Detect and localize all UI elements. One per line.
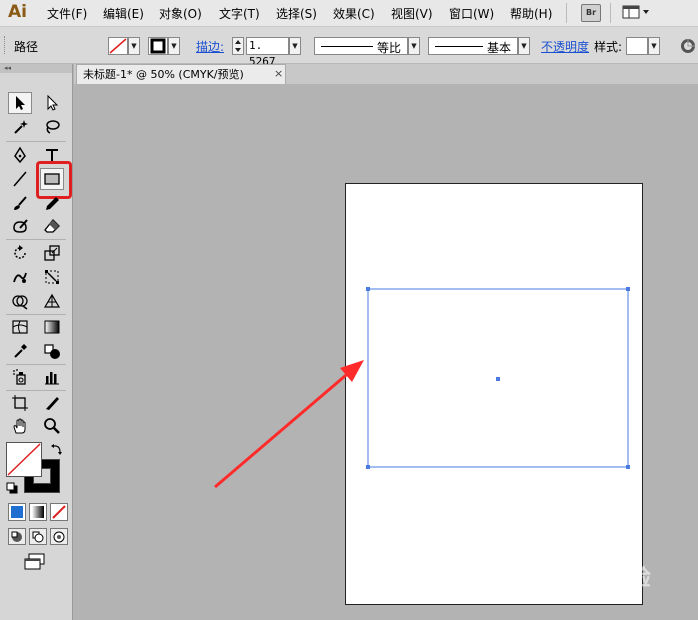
paintbrush-icon: [14, 196, 27, 210]
pen-nib-icon: [14, 146, 26, 164]
tools-panel-collapse[interactable]: ◂◂: [0, 64, 72, 73]
none-swatch-icon: [52, 505, 66, 519]
default-colors-button[interactable]: [5, 481, 19, 495]
fill-color-swatch[interactable]: [6, 442, 42, 477]
magic-wand-tool[interactable]: [8, 116, 32, 138]
pencil-icon: [46, 197, 59, 210]
hand-tool[interactable]: [8, 415, 32, 437]
draw-normal-button[interactable]: [8, 528, 26, 545]
watermark: Baidu经验 jingyan.baidu.com: [536, 545, 676, 610]
screen-mode-button[interactable]: [22, 552, 48, 572]
artboard-tool[interactable]: [8, 392, 32, 414]
scale-tool[interactable]: [40, 242, 64, 264]
swap-fill-stroke-button[interactable]: [50, 442, 64, 456]
blob-brush-tool[interactable]: [8, 215, 32, 237]
warp-icon: [13, 272, 27, 283]
mesh-icon: [12, 320, 28, 334]
blend-icon: [44, 344, 60, 359]
tool-divider: [6, 364, 66, 365]
shape-builder-icon: [12, 295, 28, 310]
center-point-handle[interactable]: [496, 377, 500, 381]
magnifier-icon: [44, 418, 60, 434]
solid-color-icon: [11, 506, 23, 518]
none-mode-button[interactable]: [50, 503, 68, 521]
rotate-tool[interactable]: [8, 242, 32, 264]
draw-behind-icon: [32, 531, 44, 543]
slice-knife-icon: [46, 397, 59, 410]
pencil-tool[interactable]: [40, 192, 64, 214]
perspective-grid-tool[interactable]: [40, 290, 64, 312]
column-graph-tool[interactable]: [40, 366, 64, 388]
gradient-icon: [44, 320, 60, 334]
selection-tool[interactable]: [8, 92, 32, 114]
eraser-icon: [44, 219, 60, 233]
direct-selection-arrow-icon: [47, 94, 59, 111]
magic-wand-icon: [14, 120, 28, 134]
gradient-tool[interactable]: [40, 316, 64, 338]
line-segment-icon: [13, 171, 27, 187]
selection-handle-bottom-right[interactable]: [626, 465, 630, 469]
blend-tool[interactable]: [40, 340, 64, 362]
pen-tool[interactable]: [8, 144, 32, 166]
canvas-overlay: [214, 287, 630, 489]
zoom-tool[interactable]: [40, 415, 64, 437]
shape-builder-tool[interactable]: [8, 290, 32, 312]
gradient-mode-button[interactable]: [29, 503, 47, 521]
annotation-arrow-shaft: [214, 368, 353, 489]
symbol-sprayer-tool[interactable]: [8, 366, 32, 388]
tool-divider: [6, 141, 66, 142]
rotate-icon: [14, 245, 26, 259]
symbol-sprayer-icon: [13, 369, 26, 385]
watermark-url: jingyan.baidu.com: [538, 589, 631, 600]
draw-normal-icon: [11, 531, 22, 542]
paintbrush-tool[interactable]: [8, 192, 32, 214]
eyedropper-tool[interactable]: [8, 340, 32, 362]
free-transform-icon: [45, 270, 59, 284]
tool-divider: [6, 239, 66, 240]
draw-behind-button[interactable]: [29, 528, 47, 545]
gradient-swatch-icon: [32, 506, 44, 518]
lasso-icon: [46, 120, 60, 134]
scale-icon: [44, 245, 60, 261]
selection-handle-bottom-left[interactable]: [366, 465, 370, 469]
tool-divider: [6, 314, 66, 315]
screen-mode-icon: [24, 553, 45, 570]
line-segment-tool[interactable]: [8, 168, 32, 190]
direct-selection-tool[interactable]: [40, 92, 64, 114]
selection-handle-top-left[interactable]: [366, 287, 370, 291]
artboard-icon: [12, 395, 28, 411]
selection-arrow-icon: [16, 96, 25, 110]
hand-icon: [13, 418, 26, 434]
mesh-tool[interactable]: [8, 316, 32, 338]
watermark-title: Baidu经验: [536, 566, 651, 591]
perspective-grid-icon: [43, 293, 61, 308]
default-colors-icon: [6, 482, 18, 494]
warp-tool[interactable]: [8, 266, 32, 288]
selection-handle-top-right[interactable]: [626, 287, 630, 291]
draw-inside-button[interactable]: [50, 528, 68, 545]
eraser-tool[interactable]: [40, 215, 64, 237]
slice-tool[interactable]: [40, 392, 64, 414]
free-transform-tool[interactable]: [40, 266, 64, 288]
eyedropper-icon: [14, 344, 27, 358]
blob-brush-icon: [13, 219, 28, 233]
none-fill-icon: [7, 443, 41, 476]
color-mode-button[interactable]: [8, 503, 26, 521]
lasso-tool[interactable]: [40, 116, 64, 138]
column-graph-icon: [45, 372, 59, 385]
draw-inside-icon: [53, 531, 65, 543]
tool-divider: [6, 390, 66, 391]
swap-arrows-icon: [51, 444, 62, 455]
